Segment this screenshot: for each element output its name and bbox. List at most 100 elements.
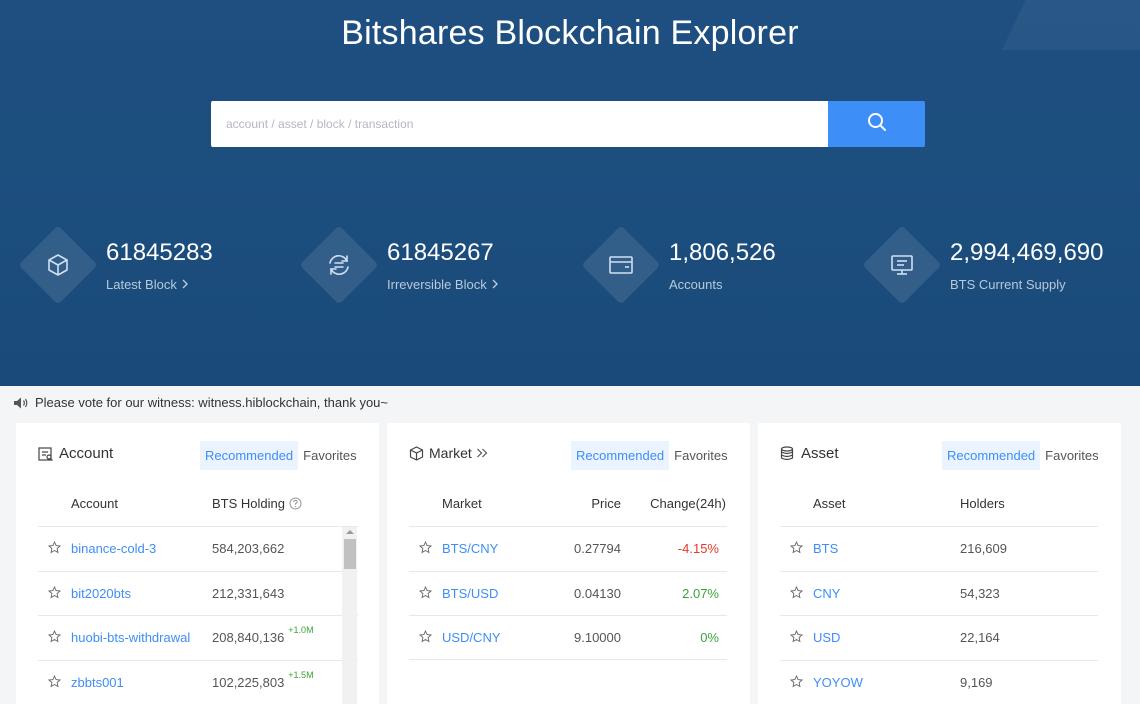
latest-block-link[interactable]: Latest Block bbox=[106, 277, 189, 292]
card-header: Asset Recommended Favorites bbox=[758, 423, 1121, 483]
star-icon[interactable] bbox=[47, 540, 62, 557]
scroll-up-arrow-icon[interactable] bbox=[346, 530, 354, 534]
tab-market-recommended[interactable]: Recommended bbox=[571, 441, 670, 470]
star-icon[interactable] bbox=[418, 585, 433, 602]
holders-value: 216,609 bbox=[960, 541, 1007, 556]
card-header: Account Recommended Favorites bbox=[16, 423, 379, 483]
asset-link[interactable]: YOYOW bbox=[813, 675, 863, 690]
account-table-header: Account BTS Holding bbox=[38, 483, 357, 527]
witness-notice: Please vote for our witness: witness.hib… bbox=[13, 395, 388, 410]
tab-market-favorites[interactable]: Favorites bbox=[669, 441, 732, 470]
star-icon[interactable] bbox=[789, 629, 804, 646]
page-title: Bitshares Blockchain Explorer bbox=[341, 14, 799, 52]
tab-account-favorites[interactable]: Favorites bbox=[298, 441, 361, 470]
market-pair-link[interactable]: BTS/CNY bbox=[442, 541, 498, 556]
card-header: Market Recommended Favorites bbox=[387, 423, 750, 483]
table-row: huobi-bts-withdrawal 208,840,136 +1.0M bbox=[38, 615, 358, 660]
tab-asset-recommended[interactable]: Recommended bbox=[942, 441, 1041, 470]
scrollbar[interactable] bbox=[342, 527, 357, 704]
speaker-icon bbox=[13, 396, 29, 410]
chevron-right-icon bbox=[491, 277, 499, 292]
holders-value: 54,323 bbox=[960, 585, 1000, 601]
table-row: bit2020bts 212,331,643 bbox=[38, 570, 358, 616]
bts-holding-number: 208,840,136 bbox=[212, 630, 285, 645]
bts-holding-value: 208,840,136 +1.0M bbox=[212, 625, 314, 645]
star-icon[interactable] bbox=[47, 585, 62, 602]
asset-link[interactable]: USD bbox=[813, 630, 840, 645]
price-value: 0.27794 bbox=[574, 541, 621, 556]
asset-card: Asset Recommended Favorites Asset Holder… bbox=[758, 423, 1121, 704]
holding-delta: +1.5M bbox=[288, 669, 314, 680]
account-list-icon bbox=[38, 446, 54, 461]
box-icon bbox=[409, 445, 424, 461]
price-value: 9.10000 bbox=[574, 630, 621, 645]
star-icon[interactable] bbox=[47, 674, 62, 691]
hero-banner: Bitshares Blockchain Explorer 61845283 L… bbox=[0, 0, 1140, 386]
change-value: -4.15% bbox=[677, 541, 719, 556]
asset-card-title: Asset bbox=[780, 445, 839, 462]
tab-asset-favorites[interactable]: Favorites bbox=[1040, 441, 1103, 470]
star-icon[interactable] bbox=[47, 629, 62, 646]
table-row: BTS 216,609 bbox=[780, 526, 1098, 571]
cube-icon bbox=[41, 248, 75, 282]
asset-table-body: BTS 216,609 CNY 54,323 USD 22,164 YOYOW … bbox=[780, 526, 1098, 704]
market-pair-link[interactable]: USD/CNY bbox=[442, 630, 501, 645]
account-link[interactable]: binance-cold-3 bbox=[71, 541, 156, 556]
double-chevron-right-icon bbox=[476, 448, 488, 458]
column-asset: Asset bbox=[813, 496, 846, 511]
table-row: binance-cold-3 584,203,662 bbox=[38, 526, 358, 571]
table-row: zbbts001 102,225,803 +1.5M bbox=[38, 659, 358, 704]
accounts-label: Accounts bbox=[669, 277, 723, 292]
table-row: BTS/USD 0.04130 2.07% bbox=[409, 570, 727, 616]
bts-supply-label: BTS Current Supply bbox=[950, 277, 1066, 292]
irreversible-block-value: 61845267 bbox=[387, 239, 494, 266]
column-market: Market bbox=[442, 496, 482, 511]
help-icon[interactable] bbox=[289, 497, 302, 513]
table-row: YOYOW 9,169 bbox=[780, 659, 1098, 704]
star-icon[interactable] bbox=[418, 540, 433, 557]
accounts-value: 1,806,526 bbox=[669, 239, 776, 266]
stat-latest-block[interactable]: 61845283 Latest Block bbox=[18, 225, 282, 308]
stat-irreversible-block[interactable]: 61845267 Irreversible Block bbox=[299, 225, 563, 308]
asset-tabs: Recommended Favorites bbox=[942, 441, 1104, 470]
bts-holding-number: 102,225,803 bbox=[212, 674, 285, 690]
market-table-body: BTS/CNY 0.27794 -4.15% BTS/USD 0.04130 2… bbox=[409, 526, 727, 660]
search-icon bbox=[867, 112, 887, 137]
bts-holding-value: 102,225,803 +1.5M bbox=[212, 670, 314, 690]
stat-accounts: 1,806,526 Accounts bbox=[581, 225, 845, 308]
account-link[interactable]: zbbts001 bbox=[71, 675, 124, 690]
table-row: BTS/CNY 0.27794 -4.15% bbox=[409, 526, 727, 571]
latest-block-label: Latest Block bbox=[106, 277, 177, 292]
scrollbar-thumb[interactable] bbox=[344, 539, 356, 569]
tab-account-recommended[interactable]: Recommended bbox=[200, 441, 299, 470]
irreversible-block-link[interactable]: Irreversible Block bbox=[387, 277, 499, 292]
account-tabs: Recommended Favorites bbox=[200, 441, 362, 470]
wallet-icon bbox=[604, 248, 638, 282]
market-card-title[interactable]: Market bbox=[409, 445, 488, 461]
asset-link[interactable]: CNY bbox=[813, 586, 840, 601]
search-button[interactable] bbox=[828, 101, 925, 147]
asset-card-title-text: Asset bbox=[801, 445, 839, 462]
stat-bts-supply: 2,994,469,690 BTS Current Supply bbox=[862, 225, 1126, 308]
column-holders: Holders bbox=[960, 496, 1005, 511]
search-bar bbox=[211, 101, 925, 147]
star-icon[interactable] bbox=[418, 629, 433, 646]
star-icon[interactable] bbox=[789, 674, 804, 691]
column-price: Price bbox=[591, 496, 621, 511]
market-pair-link[interactable]: BTS/USD bbox=[442, 586, 498, 601]
search-input[interactable] bbox=[211, 101, 828, 147]
asset-link[interactable]: BTS bbox=[813, 541, 838, 556]
star-icon[interactable] bbox=[789, 585, 804, 602]
change-value: 0% bbox=[700, 630, 719, 645]
column-bts-holding-text: BTS Holding bbox=[212, 496, 285, 511]
price-value: 0.04130 bbox=[574, 585, 621, 601]
bts-holding-value: 584,203,662 bbox=[212, 541, 285, 556]
column-account: Account bbox=[71, 496, 118, 511]
account-link[interactable]: bit2020bts bbox=[71, 586, 131, 601]
account-link[interactable]: huobi-bts-withdrawal bbox=[71, 630, 190, 645]
table-row: USD 22,164 bbox=[780, 615, 1098, 660]
bts-supply-value: 2,994,469,690 bbox=[950, 239, 1104, 266]
bts-holding-value: 212,331,643 bbox=[212, 585, 285, 601]
asset-table-header: Asset Holders bbox=[780, 483, 1099, 527]
star-icon[interactable] bbox=[789, 540, 804, 557]
